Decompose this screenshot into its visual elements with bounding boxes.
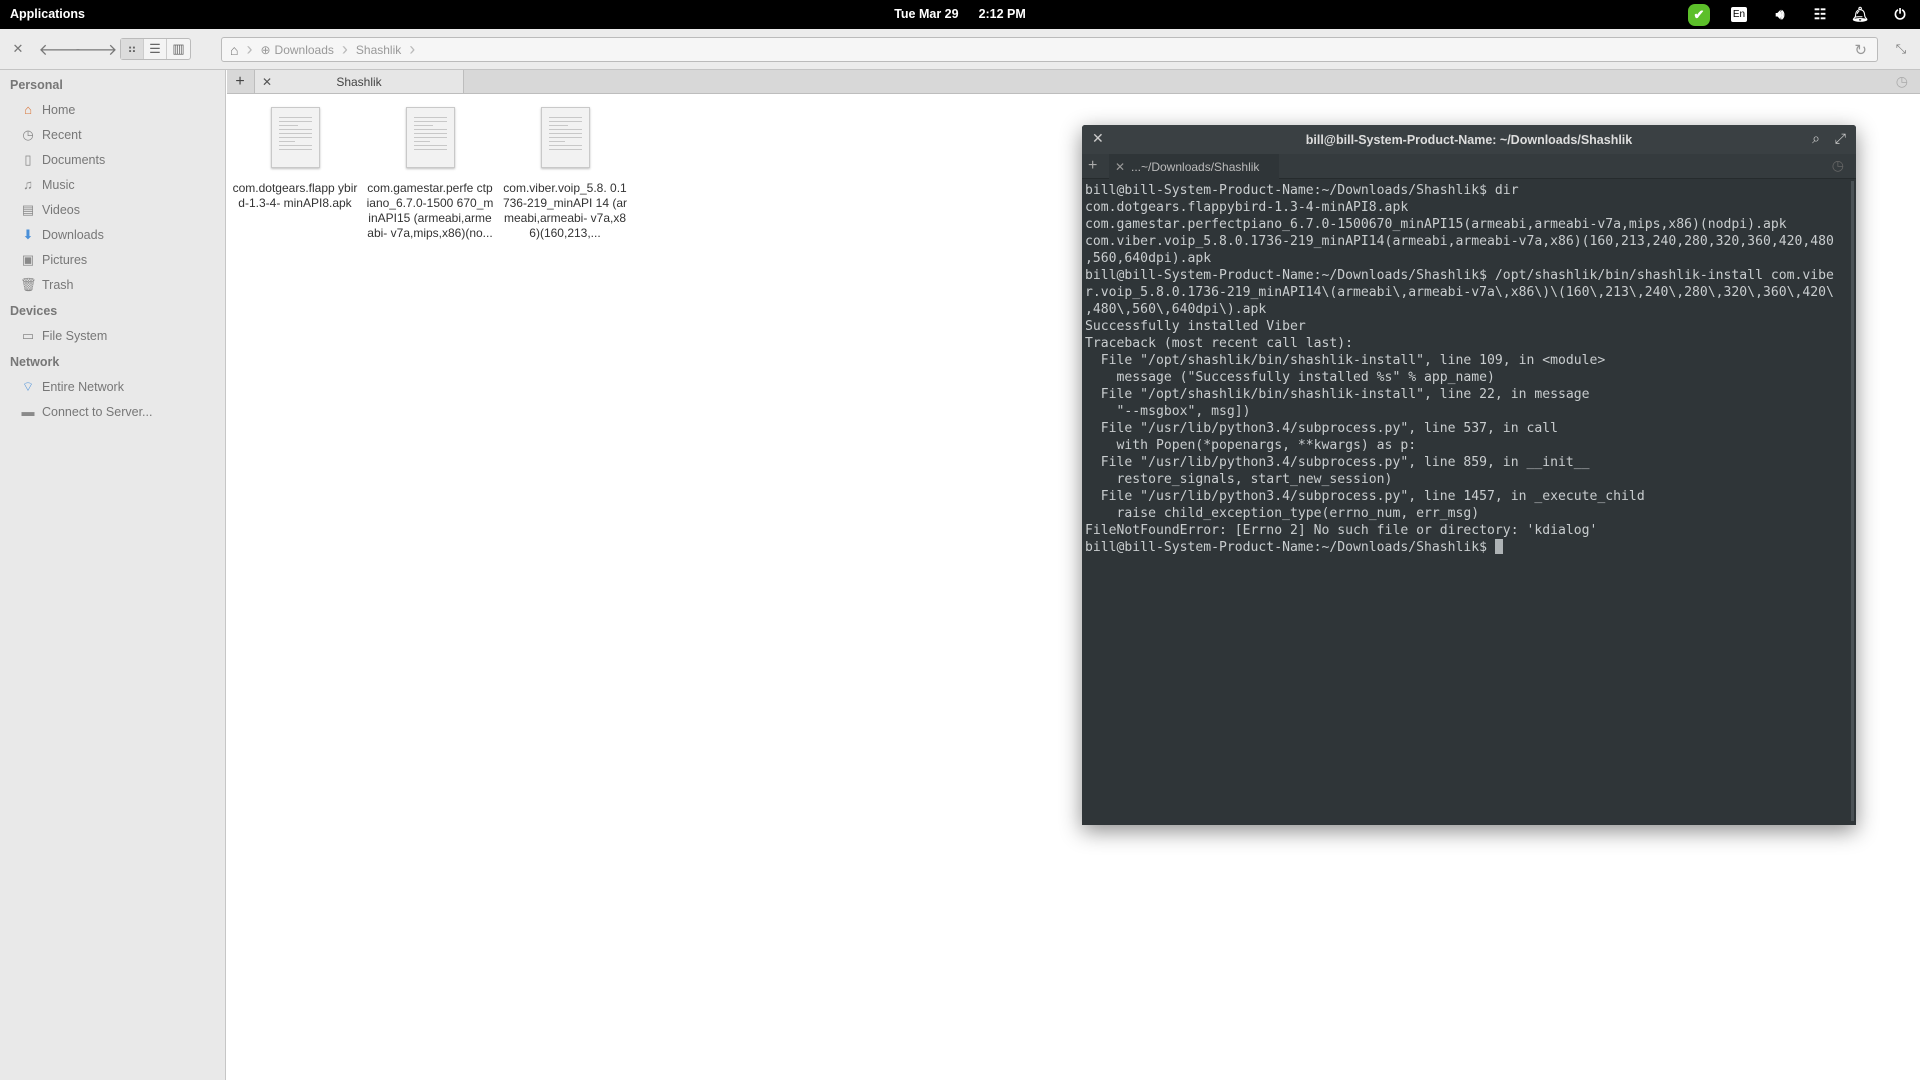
sidebar-item-label: Pictures <box>42 253 88 267</box>
home-icon[interactable]: ⌂ <box>222 38 246 61</box>
close-tab-icon[interactable]: ✕ <box>255 75 279 89</box>
maximize-icon[interactable]: ⤢ <box>1835 130 1846 147</box>
tab-shashlik[interactable]: ✕ Shashlik <box>254 70 464 94</box>
section-personal: Personal <box>10 78 63 92</box>
network-icon[interactable]: ☷ <box>1808 3 1832 26</box>
section-network: Network <box>10 355 60 369</box>
download-icon: ⬇ <box>22 227 34 242</box>
pictures-icon: ▣ <box>21 252 35 267</box>
sidebar-item-downloads[interactable]: ⬇ Downloads <box>20 227 104 243</box>
sidebar-item-label: File System <box>42 329 108 343</box>
sidebar-item-music[interactable]: ♫ Music <box>20 177 75 192</box>
new-tab-button[interactable]: + <box>1088 157 1097 175</box>
new-tab-button[interactable]: + <box>227 70 253 94</box>
list-view-button[interactable]: ☰ <box>144 39 167 59</box>
forward-button[interactable]: 🡒 <box>75 38 118 60</box>
sidebar-item-home[interactable]: ⌂ Home <box>20 102 75 117</box>
music-icon: ♫ <box>23 177 33 192</box>
video-icon: ▤ <box>21 202 35 217</box>
date[interactable]: Tue Mar 29 <box>894 7 958 21</box>
file-name: com.viber.voip_5.8. 0.1736-219_minAPI 14… <box>502 181 628 240</box>
section-devices: Devices <box>10 304 58 318</box>
terminal-tab-bar: + ✕ ...~/Downloads/Shashlik ◷ <box>1082 154 1856 179</box>
icon-view-button[interactable]: ⠶ <box>121 39 144 59</box>
file-item[interactable]: com.gamestar.perfe ctpiano_6.7.0-1500 67… <box>366 107 494 241</box>
close-icon[interactable]: ✕ <box>8 38 28 60</box>
column-view-button[interactable]: ▥ <box>167 39 190 59</box>
search-icon[interactable]: ⌕ <box>1812 130 1820 147</box>
document-icon <box>405 107 455 168</box>
sidebar-item-documents[interactable]: ▯ Documents <box>20 152 105 168</box>
file-name: com.dotgears.flapp ybird-1.3-4- minAPI8.… <box>232 181 358 210</box>
terminal-tab[interactable]: ✕ ...~/Downloads/Shashlik <box>1109 154 1279 179</box>
keyboard-layout-icon[interactable]: En <box>1730 7 1748 22</box>
volume-icon[interactable]: 🔊︎ <box>1768 3 1792 26</box>
reload-icon[interactable]: ↻ <box>1854 41 1867 59</box>
unmaximize-icon[interactable]: ⤡ <box>1890 38 1912 60</box>
clock[interactable]: Tue Mar 29 2:12 PM <box>0 7 1920 21</box>
sidebar-item-videos[interactable]: ▤ Videos <box>20 202 80 218</box>
tab-label: Shashlik <box>336 74 382 89</box>
notifications-icon[interactable]: 🔔︎ <box>1848 3 1872 26</box>
drive-icon: ▭ <box>21 328 35 343</box>
trash-icon: 🗑︎ <box>20 277 37 292</box>
back-button[interactable]: 🡐 <box>39 38 82 60</box>
sidebar-item-connect-to-server[interactable]: ▬ Connect to Server... <box>20 404 153 419</box>
terminal-output[interactable]: bill@bill-System-Product-Name:~/Download… <box>1082 179 1856 559</box>
history-icon[interactable]: ◷ <box>1832 157 1844 174</box>
top-panel: Applications Tue Mar 29 2:12 PM ✔ En 🔊︎ ☷… <box>0 0 1920 29</box>
document-icon: ▯ <box>24 152 32 167</box>
file-item[interactable]: com.viber.voip_5.8. 0.1736-219_minAPI 14… <box>501 107 629 241</box>
sidebar-item-label: Entire Network <box>42 380 124 394</box>
cursor <box>1494 539 1503 554</box>
home-icon: ⌂ <box>24 102 32 117</box>
sidebar-item-label: Home <box>42 102 76 117</box>
sidebar: Personal ⌂ Home ◷ Recent ▯ Documents ♫ Music… <box>0 70 226 1080</box>
output-text: bill@bill-System-Product-Name:~/Download… <box>1085 183 1834 538</box>
history-icon[interactable]: ◷ <box>1896 73 1908 90</box>
terminal-window[interactable]: ✕ bill@bill-System-Product-Name: ~/Downl… <box>1082 125 1856 825</box>
document-icon <box>270 107 320 168</box>
sidebar-item-file-system[interactable]: ▭ File System <box>20 328 107 344</box>
breadcrumb-label: Downloads <box>274 42 334 57</box>
sidebar-item-label: Documents <box>42 153 106 167</box>
tab-bar: + ✕ Shashlik ◷ <box>227 70 1920 94</box>
sidebar-item-recent[interactable]: ◷ Recent <box>20 127 82 143</box>
breadcrumb-downloads[interactable]: ⊕ Downloads <box>252 38 341 61</box>
document-icon <box>540 107 590 168</box>
view-mode-switcher: ⠶ ☰ ▥ <box>120 38 191 60</box>
sidebar-item-label: Videos <box>42 203 80 217</box>
sidebar-item-pictures[interactable]: ▣ Pictures <box>20 252 87 268</box>
close-tab-icon[interactable]: ✕ <box>1109 160 1131 174</box>
server-icon: ▬ <box>21 404 35 419</box>
sidebar-item-entire-network[interactable]: ⌔ Entire Network <box>20 379 124 395</box>
download-icon: ⊕ <box>260 42 271 57</box>
sidebar-item-label: Recent <box>42 128 82 142</box>
close-icon[interactable]: ✕ <box>1092 130 1104 147</box>
file-manager-toolbar: ✕ 🡐 🡒 ⠶ ☰ ▥ ⌂ › ⊕ Downloads › Shashlik › ↻ ⤡ <box>0 29 1920 70</box>
tab-label: ...~/Downloads/Shashlik <box>1131 159 1260 174</box>
time[interactable]: 2:12 PM <box>979 7 1026 21</box>
prompt: bill@bill-System-Product-Name:~/Download… <box>1085 540 1495 555</box>
sidebar-item-trash[interactable]: 🗑︎ Trash <box>20 277 74 293</box>
recent-icon: ◷ <box>22 127 34 142</box>
sidebar-item-label: Downloads <box>42 228 104 242</box>
terminal-titlebar[interactable]: ✕ bill@bill-System-Product-Name: ~/Downl… <box>1082 125 1856 154</box>
skype-icon[interactable]: ✔ <box>1688 3 1710 26</box>
scrollbar[interactable] <box>1851 181 1854 821</box>
breadcrumb[interactable]: ⌂ › ⊕ Downloads › Shashlik › ↻ <box>221 37 1878 62</box>
wifi-icon: ⌔ <box>21 379 35 394</box>
file-name: com.gamestar.perfe ctpiano_6.7.0-1500 67… <box>366 181 494 240</box>
sidebar-item-label: Music <box>42 177 75 192</box>
sidebar-item-label: Connect to Server... <box>42 404 153 419</box>
file-item[interactable]: com.dotgears.flapp ybird-1.3-4- minAPI8.… <box>231 107 359 211</box>
window-title: bill@bill-System-Product-Name: ~/Downloa… <box>1305 132 1633 147</box>
sidebar-item-label: Trash <box>42 278 74 292</box>
power-icon[interactable]: ⏻ <box>1888 3 1912 26</box>
breadcrumb-shashlik[interactable]: Shashlik <box>348 38 409 61</box>
